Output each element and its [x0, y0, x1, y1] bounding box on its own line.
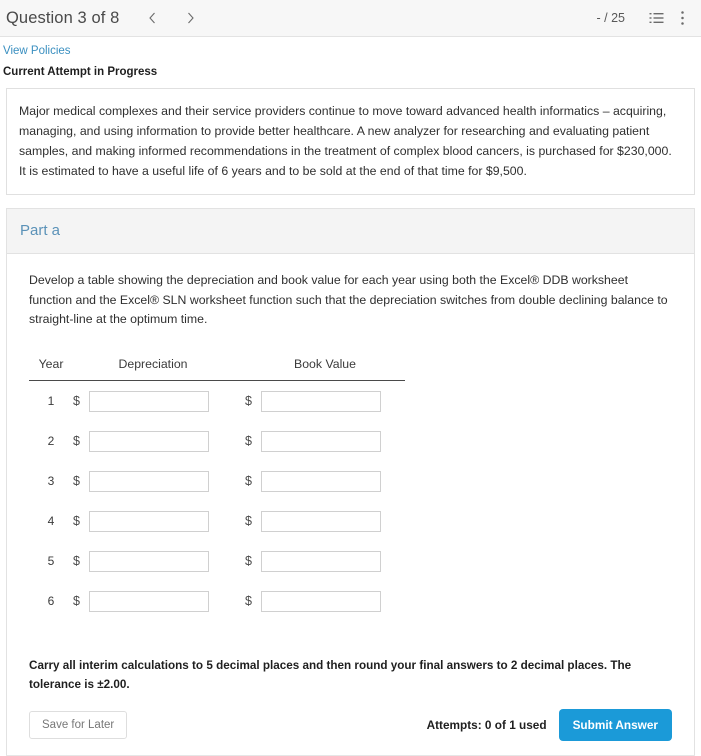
- book-value-input-year-6[interactable]: [261, 590, 381, 612]
- row-year-label: 3: [47, 474, 55, 489]
- book-value-cell: $: [245, 541, 405, 581]
- column-gap: [233, 357, 245, 382]
- next-question-button[interactable]: [177, 5, 203, 31]
- list-icon: [649, 11, 664, 25]
- cell-gap: [233, 501, 245, 541]
- table-row: 5 $ $: [29, 541, 405, 581]
- score-display: - / 25: [596, 11, 626, 25]
- attempt-status: Current Attempt in Progress: [3, 66, 158, 78]
- book-value-input-year-3[interactable]: [261, 470, 381, 492]
- column-header-year: Year: [29, 357, 73, 382]
- view-policies-link[interactable]: View Policies: [3, 45, 71, 57]
- cell-gap: [233, 381, 245, 422]
- submit-answer-button[interactable]: Submit Answer: [558, 708, 672, 741]
- kebab-menu-icon: [680, 10, 685, 26]
- currency-symbol: $: [73, 594, 80, 609]
- cell-gap: [233, 541, 245, 581]
- question-toolbar: Question 3 of 8 - / 25: [0, 0, 701, 37]
- depreciation-cell: $: [73, 501, 233, 541]
- part-a-body: Develop a table showing the depreciation…: [7, 253, 694, 755]
- currency-symbol: $: [245, 474, 252, 489]
- book-value-cell: $: [245, 581, 405, 621]
- depreciation-input-year-4[interactable]: [89, 510, 209, 532]
- part-a-section: Part a Develop a table showing the depre…: [6, 207, 695, 755]
- currency-symbol: $: [245, 394, 252, 409]
- cell-gap: [233, 461, 245, 501]
- cell-gap: [233, 421, 245, 461]
- book-value-input-year-2[interactable]: [261, 430, 381, 452]
- depreciation-input-year-6[interactable]: [89, 590, 209, 612]
- currency-symbol: $: [245, 434, 252, 449]
- depreciation-input-year-2[interactable]: [89, 430, 209, 452]
- currency-symbol: $: [73, 394, 80, 409]
- more-options-button[interactable]: [671, 7, 693, 29]
- currency-symbol: $: [73, 514, 80, 529]
- depreciation-cell: $: [73, 581, 233, 621]
- table-row: 6 $ $: [29, 581, 405, 621]
- depreciation-input-year-5[interactable]: [89, 550, 209, 572]
- part-a-instructions: Develop a table showing the depreciation…: [29, 272, 668, 327]
- book-value-input-year-5[interactable]: [261, 550, 381, 572]
- book-value-cell: $: [245, 381, 405, 422]
- currency-symbol: $: [245, 554, 252, 569]
- table-body: 1 $ $ 2 $ $ 3 $ $ 4 $ $ 5 $ $ 6 $ $: [29, 381, 405, 622]
- book-value-input-year-1[interactable]: [261, 390, 381, 412]
- depreciation-cell: $: [73, 461, 233, 501]
- part-a-header: Part a: [7, 208, 694, 254]
- question-list-button[interactable]: [645, 7, 667, 29]
- currency-symbol: $: [245, 594, 252, 609]
- depreciation-cell: $: [73, 381, 233, 422]
- table-header-row: Year Depreciation Book Value: [29, 357, 405, 382]
- column-header-depreciation: Depreciation: [73, 357, 233, 382]
- question-text-card: Major medical complexes and their servic…: [6, 88, 695, 195]
- table-row: 2 $ $: [29, 421, 405, 461]
- cell-gap: [233, 581, 245, 621]
- chevron-right-icon: [185, 11, 196, 25]
- row-year-label: 1: [47, 394, 55, 409]
- currency-symbol: $: [73, 554, 80, 569]
- row-year-label: 5: [47, 554, 55, 569]
- question-counter: Question 3 of 8: [6, 8, 120, 27]
- tolerance-note: Carry all interim calculations to 5 deci…: [29, 659, 632, 692]
- depreciation-cell: $: [73, 541, 233, 581]
- book-value-cell: $: [245, 501, 405, 541]
- table-row: 3 $ $: [29, 461, 405, 501]
- currency-symbol: $: [245, 514, 252, 529]
- depreciation-table: Year Depreciation Book Value 1 $ $ 2 $ $…: [29, 357, 405, 621]
- question-text: Major medical complexes and their servic…: [19, 104, 672, 178]
- chevron-left-icon: [147, 11, 158, 25]
- currency-symbol: $: [73, 434, 80, 449]
- book-value-cell: $: [245, 421, 405, 461]
- column-header-book-value: Book Value: [245, 357, 405, 382]
- table-row: 4 $ $: [29, 501, 405, 541]
- depreciation-cell: $: [73, 421, 233, 461]
- depreciation-input-year-1[interactable]: [89, 390, 209, 412]
- currency-symbol: $: [73, 474, 80, 489]
- part-a-title: Part a: [20, 221, 61, 239]
- part-a-footer: Save for Later Attempts: 0 of 1 used Sub…: [29, 708, 672, 755]
- row-year-label: 6: [47, 594, 55, 609]
- previous-question-button[interactable]: [139, 5, 165, 31]
- row-year-label: 4: [47, 514, 55, 529]
- row-year-label: 2: [47, 434, 55, 449]
- depreciation-input-year-3[interactable]: [89, 470, 209, 492]
- attempts-counter: Attempts: 0 of 1 used: [426, 717, 547, 732]
- table-row: 1 $ $: [29, 381, 405, 422]
- book-value-input-year-4[interactable]: [261, 510, 381, 532]
- book-value-cell: $: [245, 461, 405, 501]
